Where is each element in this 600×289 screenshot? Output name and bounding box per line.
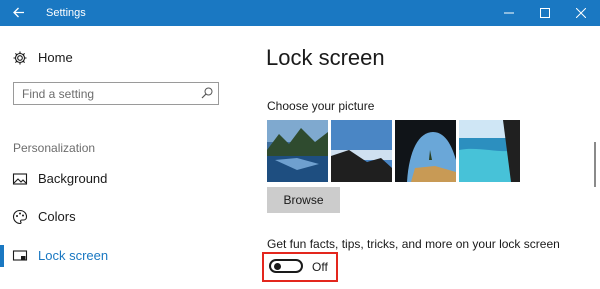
- picture-thumbnail-mountain[interactable]: [331, 120, 392, 182]
- search-input[interactable]: Find a setting: [13, 82, 219, 105]
- scrollbar[interactable]: [594, 142, 596, 187]
- minimize-button[interactable]: [491, 0, 527, 26]
- sidebar-item-label: Background: [38, 171, 108, 186]
- search-icon: [201, 87, 213, 99]
- back-button[interactable]: [0, 0, 36, 26]
- browse-button[interactable]: Browse: [267, 187, 340, 213]
- fun-facts-toggle[interactable]: [269, 259, 303, 273]
- window-title: Settings: [46, 7, 86, 19]
- close-button[interactable]: [563, 0, 599, 26]
- sidebar: Home Find a setting Personalization Back…: [0, 26, 245, 289]
- title-bar: Settings: [0, 0, 600, 26]
- sidebar-item-label: Lock screen: [38, 248, 109, 263]
- picture-thumbnail-lake[interactable]: [267, 120, 328, 182]
- maximize-button[interactable]: [527, 0, 563, 26]
- toggle-knob: [274, 263, 281, 270]
- fun-facts-label: Get fun facts, tips, tricks, and more on…: [267, 237, 560, 251]
- sidebar-item-label: Home: [38, 50, 73, 65]
- toggle-state-label: Off: [312, 260, 328, 274]
- active-indicator: [0, 245, 4, 267]
- search-placeholder: Find a setting: [22, 87, 95, 101]
- page-title: Lock screen: [266, 45, 385, 70]
- gear-icon: [13, 51, 27, 65]
- picture-thumbnail-cave[interactable]: [395, 120, 456, 182]
- sidebar-item-lock-screen[interactable]: Lock screen: [0, 241, 245, 271]
- choose-picture-label: Choose your picture: [267, 99, 375, 113]
- main-panel: Lock screen Choose your picture Browse G…: [245, 26, 600, 289]
- sidebar-item-label: Colors: [38, 209, 76, 224]
- maximize-icon: [540, 8, 550, 18]
- picture-thumbnail-bay[interactable]: [459, 120, 520, 182]
- section-label: Personalization: [13, 141, 96, 155]
- palette-icon: [12, 209, 28, 225]
- picture-icon: [12, 173, 28, 185]
- lock-screen-icon: [12, 250, 28, 261]
- sidebar-item-colors[interactable]: Colors: [0, 202, 245, 232]
- close-icon: [576, 8, 586, 18]
- sidebar-item-background[interactable]: Background: [0, 164, 245, 194]
- minimize-icon: [504, 12, 514, 14]
- back-arrow-icon: [13, 7, 24, 18]
- sidebar-item-home[interactable]: Home: [0, 43, 245, 73]
